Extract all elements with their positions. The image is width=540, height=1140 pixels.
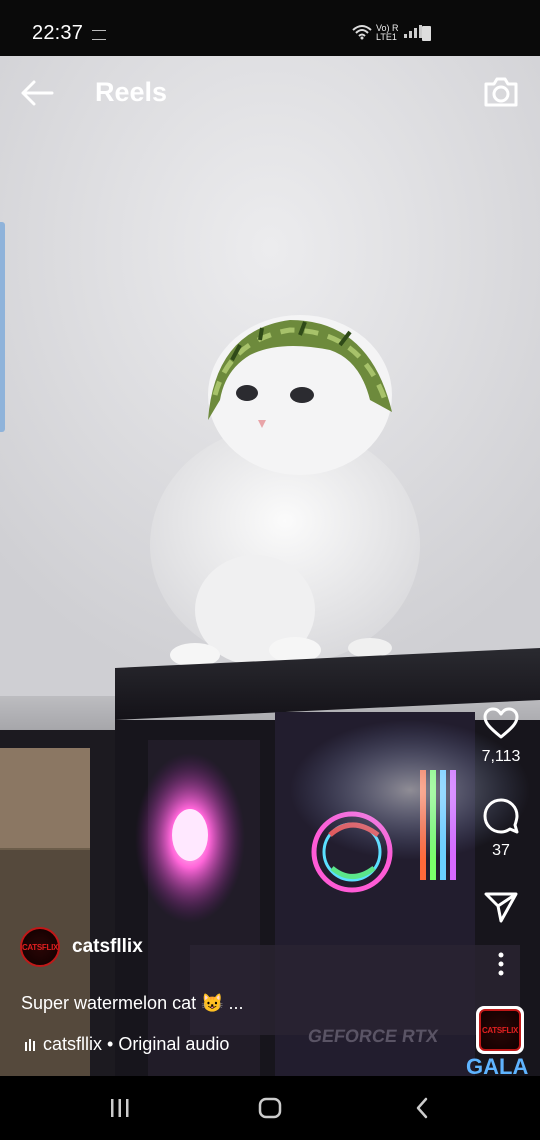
home-button[interactable]	[220, 1076, 320, 1140]
signal-icon	[404, 25, 422, 38]
page-title: Reels	[95, 77, 168, 107]
chevron-left-icon	[416, 1097, 428, 1119]
thumb-logo-text: CATSFLIX	[481, 1025, 519, 1035]
edge-panel-handle[interactable]	[0, 222, 5, 432]
like-action[interactable]: 7,113	[466, 706, 536, 766]
username[interactable]: catsfllix	[72, 936, 143, 958]
audio-reel-thumbnail[interactable]: CATSFLIX	[476, 1006, 524, 1054]
home-icon	[258, 1097, 282, 1119]
network-indicator: Vo) R LTE1	[376, 23, 399, 42]
avatar-logo-text: CATSFLIX	[21, 942, 59, 952]
reels-header	[0, 56, 540, 130]
comment-icon[interactable]	[482, 796, 520, 834]
post-author[interactable]: CATSFLIX catsfllix	[20, 926, 143, 968]
more-options[interactable]	[466, 952, 536, 976]
share-action[interactable]	[466, 890, 536, 924]
back-button[interactable]	[372, 1076, 472, 1140]
brand-text: GALA	[466, 1054, 529, 1076]
recent-apps-button[interactable]	[70, 1076, 170, 1140]
like-count: 7,113	[481, 748, 521, 765]
heart-icon[interactable]	[482, 706, 520, 740]
send-icon[interactable]	[483, 890, 519, 924]
news-notification-icon	[92, 30, 106, 40]
audio-label[interactable]: catsfllix • Original audio	[43, 1034, 229, 1055]
comment-count: 37	[492, 842, 510, 859]
back-arrow-icon[interactable]	[20, 78, 54, 108]
avatar[interactable]: CATSFLIX	[20, 927, 60, 967]
audio-bars-icon	[25, 1038, 35, 1051]
reel-video[interactable]: GEFORCE RTX GALA	[0, 56, 540, 1076]
more-vertical-icon[interactable]	[497, 952, 505, 976]
system-navigation-bar	[0, 1076, 540, 1140]
wifi-icon	[352, 25, 372, 40]
audio-info[interactable]: catsfllix • Original audio	[25, 1034, 229, 1055]
camera-icon[interactable]	[482, 75, 520, 109]
video-scene	[0, 56, 540, 1076]
battery-icon	[422, 26, 431, 41]
recent-apps-icon	[111, 1099, 129, 1117]
gpu-text: GEFORCE RTX	[306, 1026, 440, 1046]
post-caption[interactable]: Super watermelon cat 😺 ...	[21, 993, 244, 1014]
comment-action[interactable]: 37	[466, 796, 536, 860]
status-bar: 22:37 Vo) R LTE1	[0, 0, 540, 56]
status-time: 22:37	[32, 22, 84, 44]
